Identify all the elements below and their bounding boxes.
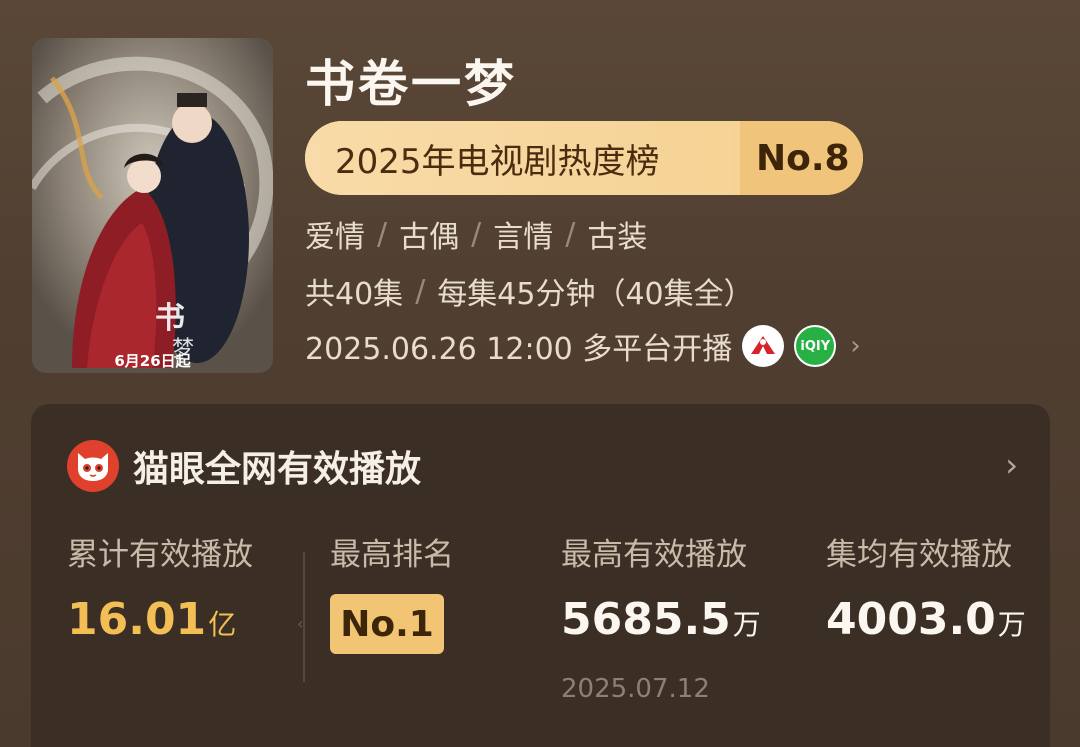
stat-value-total: 16.01亿: [67, 594, 236, 645]
stat-unit: 万: [732, 608, 761, 641]
drama-poster[interactable]: 书 梦 6月26日起: [32, 38, 273, 373]
episode-duration: 每集45分钟（40集全）: [437, 277, 754, 312]
chevron-right-icon[interactable]: ›: [1005, 446, 1018, 484]
peak-date: 2025.07.12: [561, 674, 710, 704]
maoyan-cat-icon: [67, 440, 119, 492]
poster-release-date: 6月26日起: [114, 352, 191, 370]
release-info-row[interactable]: 2025.06.26 12:00 多平台开播 iQIY ›: [305, 324, 861, 368]
stat-unit: 亿: [208, 608, 237, 641]
ranking-number: No.8: [756, 137, 850, 179]
stat-unit: 万: [997, 608, 1026, 641]
stat-number: 5685.5: [561, 594, 731, 645]
genre-tag: 爱情: [305, 220, 365, 255]
release-datetime: 2025.06.26 12:00 多平台开播: [305, 332, 733, 367]
divider-notch: ‹: [297, 614, 304, 633]
drama-title: 书卷一梦: [305, 55, 517, 113]
genre-tag: 古偶: [399, 220, 460, 255]
stat-label-total: 累计有效播放: [67, 537, 253, 573]
genre-tags: 爱情 / 古偶 / 言情 / 古装: [305, 212, 647, 256]
episode-count: 共40集: [305, 277, 404, 312]
ranking-pill[interactable]: 2025年电视剧热度榜 No.8 ›: [305, 121, 863, 195]
genre-tag: 古装: [587, 220, 648, 255]
platform-logo-graphic: [751, 336, 776, 354]
stat-value-peak: 5685.5万: [561, 594, 761, 645]
platform-red-logo-icon[interactable]: [742, 325, 785, 367]
card-header[interactable]: 猫眼全网有效播放: [67, 440, 421, 492]
stat-number: 16.01: [67, 594, 207, 645]
ranking-position: No.8 ›: [740, 121, 863, 195]
stat-label-average: 集均有效播放: [826, 537, 1012, 573]
stat-label-rank: 最高排名: [330, 537, 454, 573]
stat-value-average: 4003.0万: [826, 594, 1026, 645]
genre-tag: 言情: [493, 220, 554, 255]
separator: /: [565, 216, 576, 252]
iqiyi-label: iQIY: [800, 338, 831, 354]
separator: /: [377, 216, 388, 252]
separator: /: [471, 216, 482, 252]
stat-number: 4003.0: [826, 594, 996, 645]
svg-text:书: 书: [155, 301, 185, 336]
stat-label-peak: 最高有效播放: [561, 537, 747, 573]
episode-info: 共40集 / 每集45分钟（40集全）: [305, 269, 754, 313]
chevron-right-icon: ›: [850, 331, 861, 361]
top-rank-badge: No.1: [330, 594, 444, 654]
maoyan-stats-card: 猫眼全网有效播放 › 累计有效播放 16.01亿 ‹ 最高排名 No.1 最高有…: [31, 404, 1050, 747]
poster-artwork: 书 梦: [32, 38, 273, 373]
cat-face-graphic: [78, 453, 108, 481]
separator: /: [415, 273, 426, 309]
ranking-label: 2025年电视剧热度榜: [305, 121, 740, 195]
iqiyi-icon[interactable]: iQIY: [794, 325, 837, 367]
card-title: 猫眼全网有效播放: [133, 449, 422, 490]
